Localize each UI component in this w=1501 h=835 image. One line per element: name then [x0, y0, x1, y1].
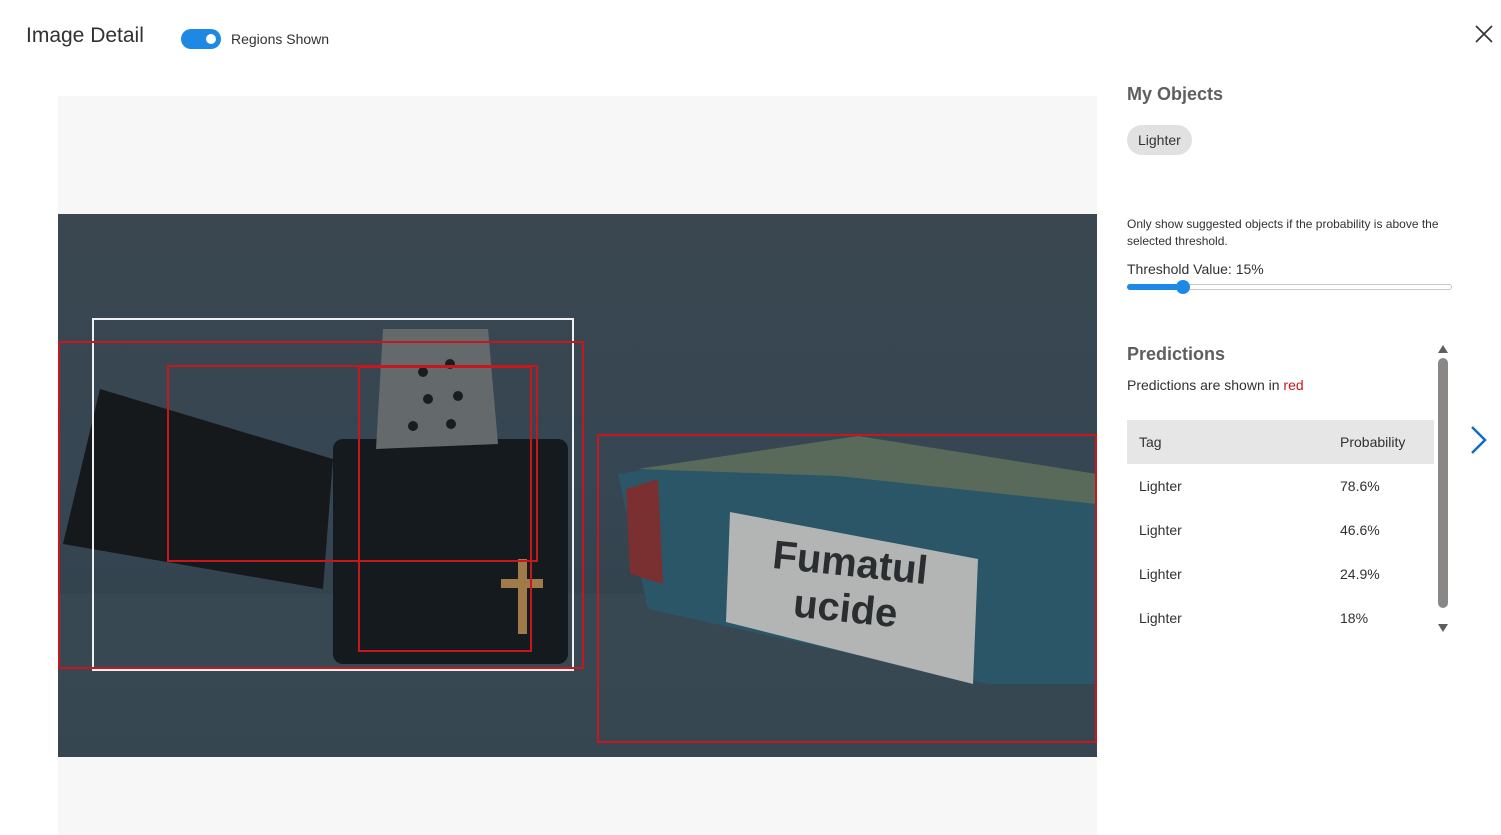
threshold-hint: Only show suggested objects if the proba…	[1127, 217, 1439, 248]
page-title: Image Detail	[26, 24, 144, 47]
next-image-button[interactable]	[1465, 424, 1491, 456]
row-probability: 78.6%	[1340, 478, 1380, 494]
table-row[interactable]: Lighter 24.9%	[1127, 552, 1434, 596]
scroll-up-button[interactable]	[1437, 341, 1449, 353]
table-row[interactable]: Lighter 18%	[1127, 596, 1434, 640]
regions-toggle-label: Regions Shown	[231, 31, 330, 47]
image-canvas: Fumatul ucide	[58, 96, 1097, 835]
table-header: Tag Probability	[1127, 420, 1434, 464]
scroll-down-button[interactable]	[1437, 620, 1449, 632]
row-tag: Lighter	[1139, 566, 1182, 582]
column-header-tag[interactable]: Tag	[1127, 434, 1340, 450]
close-icon	[1475, 25, 1493, 43]
row-tag: Lighter	[1139, 522, 1182, 538]
toggle-knob	[206, 34, 216, 44]
chevron-right-icon	[1471, 426, 1487, 454]
row-tag: Lighter	[1139, 610, 1182, 626]
predictions-color-word: red	[1283, 377, 1304, 393]
photo: Fumatul ucide	[58, 214, 1097, 757]
regions-toggle[interactable]	[181, 29, 221, 49]
row-probability: 46.6%	[1340, 522, 1380, 538]
prediction-region[interactable]	[358, 366, 532, 652]
predictions-note: Predictions are shown in red	[1127, 377, 1304, 393]
prediction-region[interactable]	[597, 434, 1097, 743]
scrollbar-thumb[interactable]	[1438, 358, 1448, 608]
threshold-slider-thumb[interactable]	[1176, 280, 1190, 294]
my-objects-heading: My Objects	[1127, 84, 1224, 104]
predictions-note-text: Predictions are shown in	[1127, 377, 1284, 393]
row-tag: Lighter	[1139, 478, 1182, 494]
triangle-down-icon	[1438, 624, 1448, 632]
object-tag-chip[interactable]: Lighter	[1127, 125, 1192, 155]
close-button[interactable]	[1472, 22, 1496, 46]
table-row[interactable]: Lighter 78.6%	[1127, 464, 1434, 508]
triangle-up-icon	[1438, 345, 1448, 353]
row-probability: 18%	[1340, 610, 1369, 626]
threshold-slider-fill	[1127, 284, 1183, 290]
row-probability: 24.9%	[1340, 566, 1380, 582]
predictions-heading: Predictions	[1127, 344, 1226, 364]
table-row[interactable]: Lighter 46.6%	[1127, 508, 1434, 552]
column-header-probability[interactable]: Probability	[1340, 434, 1434, 450]
predictions-table: Tag Probability Lighter 78.6% Lighter 46…	[1127, 420, 1434, 640]
threshold-label: Threshold Value: 15%	[1127, 261, 1264, 277]
